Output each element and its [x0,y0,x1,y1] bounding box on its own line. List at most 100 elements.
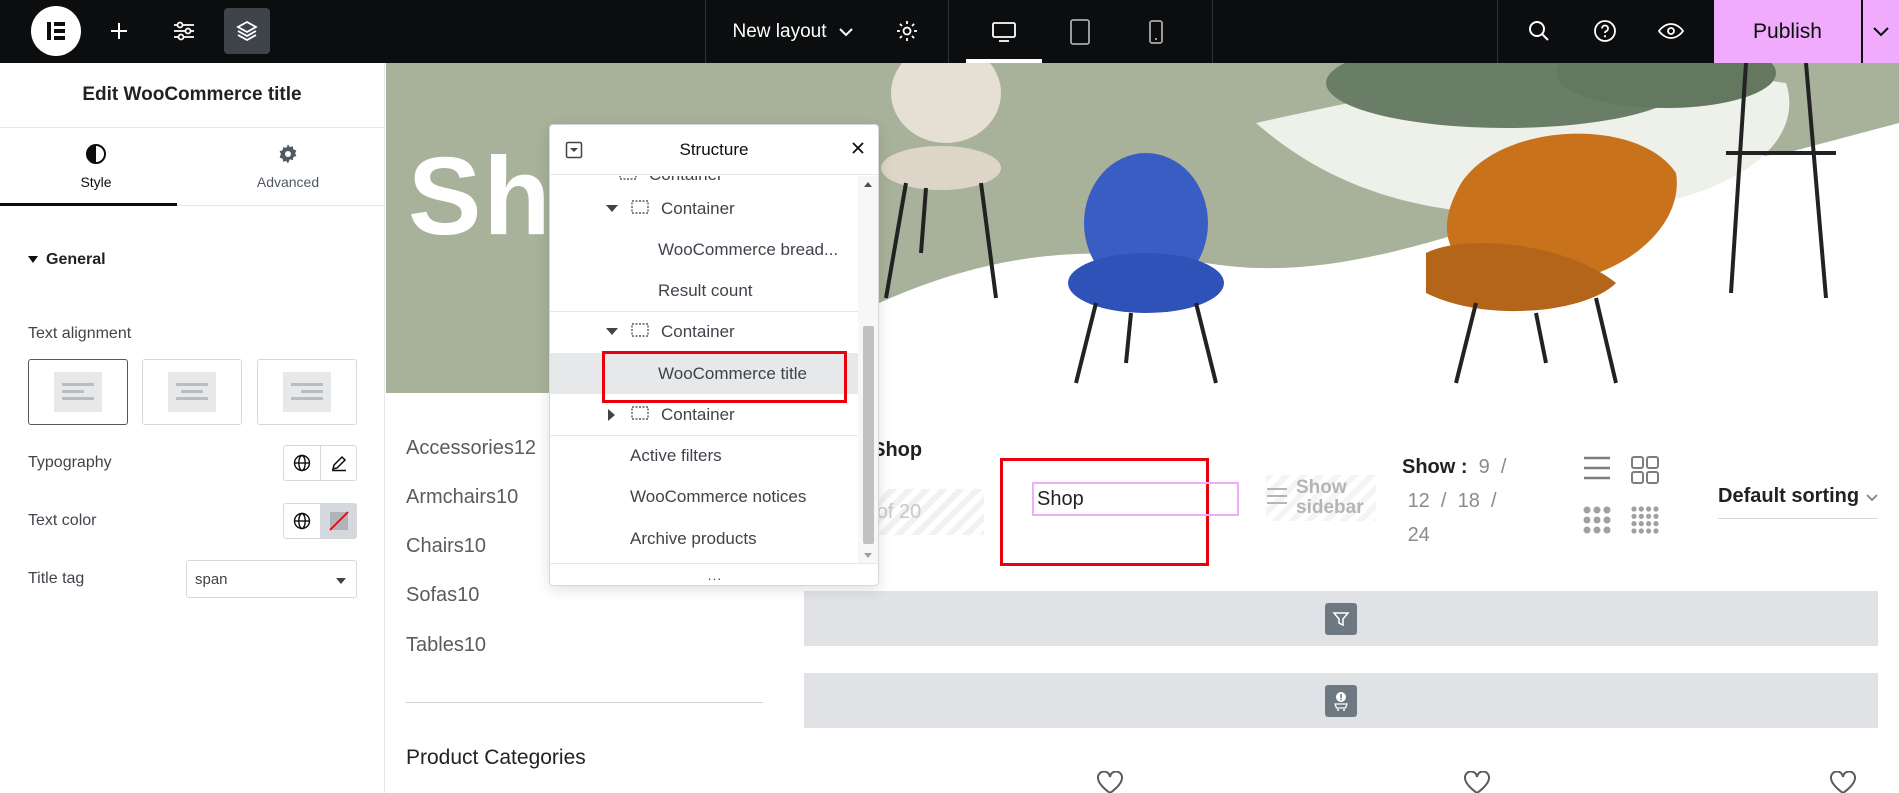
tab-advanced[interactable]: Advanced [192,128,384,205]
help-icon[interactable] [1582,8,1628,54]
caret-down-icon[interactable] [605,328,619,336]
collapse-all-icon[interactable] [565,141,583,164]
products-per-page: Show : 9 / 12 / 18 / 24 [1402,456,1507,546]
title-tag-select[interactable]: span [186,560,357,598]
chevron-down-icon [1866,485,1878,508]
tab-style[interactable]: Style [0,128,192,205]
product-categories-heading: Product Categories [406,746,586,769]
caret-right-icon[interactable] [605,408,619,421]
desktop-device-icon[interactable] [966,0,1042,63]
category-link[interactable]: Tables10 [406,634,486,657]
tree-item-label: Container [661,404,735,424]
scroll-thumb[interactable] [863,326,874,544]
title-tag-value: span [195,570,228,588]
tree-item-widget[interactable]: Archive products [550,518,860,559]
resize-handle[interactable]: ... [550,563,878,585]
mobile-device-icon[interactable] [1118,0,1194,63]
panel-title: Edit WooCommerce title [0,63,384,128]
sorting-select[interactable]: Default sorting [1718,475,1878,519]
preview-eye-icon[interactable] [1648,8,1694,54]
align-center-button[interactable] [142,359,242,425]
site-settings-icon[interactable] [161,8,207,54]
scroll-up-icon[interactable] [858,178,878,190]
global-color-icon[interactable] [284,504,320,538]
layout-selector[interactable]: New layout [705,0,880,63]
active-tab-indicator [0,203,177,206]
tablet-device-icon[interactable] [1042,0,1118,63]
woocommerce-notices-widget[interactable] [804,673,1878,728]
menu-lines-icon [1266,487,1288,510]
align-left-button[interactable] [28,359,128,425]
per-page-option[interactable]: 9 [1479,456,1490,478]
divider [1497,0,1498,63]
caret-down-icon[interactable] [605,204,619,213]
text-color-controls [283,503,357,539]
caret-down-icon [336,571,346,588]
color-swatch-empty-icon[interactable] [320,504,356,538]
search-icon[interactable] [1516,8,1562,54]
page-settings-gear-icon[interactable] [884,8,930,54]
structure-layers-icon[interactable] [224,8,270,54]
tree-item-widget[interactable]: WooCommerce bread... [550,229,860,270]
divider [1212,0,1213,63]
sidebar-divider [406,702,763,703]
editor-panel: Edit WooCommerce title Style Advanced Ge… [0,63,385,793]
tree-item-label: Result count [658,280,753,300]
publish-options-chevron-icon[interactable] [1863,0,1899,63]
elementor-logo-icon[interactable] [31,6,81,56]
tree-item-label: Archive products [630,528,757,548]
tree-item-container[interactable]: Container [550,311,860,352]
wishlist-heart-icon[interactable] [1096,770,1124,793]
container-icon [631,199,649,219]
global-typography-icon[interactable] [284,446,320,480]
list-view-icon[interactable] [1582,455,1612,486]
text-color-label: Text color [28,512,97,529]
tree-item-container[interactable]: Container [550,188,860,229]
grid-3-view-icon[interactable] [1582,505,1612,540]
sorting-value: Default sorting [1718,485,1860,507]
gear-icon [277,143,299,168]
category-link[interactable]: Chairs10 [406,535,486,558]
tree-item-widget[interactable]: Active filters [550,435,860,476]
tree-item-label: WooCommerce notices [630,486,807,506]
tree-item-label: WooCommerce bread... [658,239,839,259]
woocommerce-title-widget[interactable]: Shop [1032,482,1239,516]
tree-item-label: Active filters [630,446,722,465]
grid-4-view-icon[interactable] [1630,505,1660,540]
tree-item-widget[interactable]: WooCommerce notices [550,476,860,517]
per-page-option[interactable]: 24 [1408,524,1430,546]
align-right-button[interactable] [257,359,357,425]
active-filters-widget[interactable] [804,591,1878,646]
breadcrumb-current: Shop [872,439,923,461]
close-icon[interactable] [851,140,865,160]
structure-scrollbar[interactable] [858,176,878,564]
edit-pencil-icon[interactable] [320,446,356,480]
chevron-down-icon [838,21,853,43]
top-bar: New layout Publish [0,0,1899,63]
container-icon [619,176,637,185]
category-link[interactable]: Accessories12 [406,437,536,460]
category-link[interactable]: Armchairs10 [406,486,518,509]
publish-button[interactable]: Publish [1714,0,1861,63]
scroll-down-icon[interactable] [858,550,878,562]
container-icon [631,405,649,425]
per-page-option[interactable]: 12 [1408,490,1430,512]
typography-label: Typography [28,454,112,471]
typography-controls [283,445,357,481]
container-icon [631,322,649,342]
section-general[interactable]: General [28,251,106,269]
show-sidebar-toggle[interactable]: Show sidebar [1266,475,1376,521]
grid-2-view-icon[interactable] [1630,455,1660,490]
title-tag-label: Title tag [28,570,85,587]
tree-item-widget[interactable]: Result count [550,270,860,311]
wishlist-heart-icon[interactable] [1829,770,1857,793]
show-label: Show : [1402,456,1468,478]
layout-name: New layout [732,20,827,42]
add-element-icon[interactable] [96,8,142,54]
tab-style-label: Style [80,174,112,190]
resize-dots: ... [707,566,723,583]
structure-header[interactable]: Structure [550,125,878,175]
category-link[interactable]: Sofas10 [406,584,479,607]
wishlist-heart-icon[interactable] [1463,770,1491,793]
per-page-option[interactable]: 18 [1458,490,1480,512]
